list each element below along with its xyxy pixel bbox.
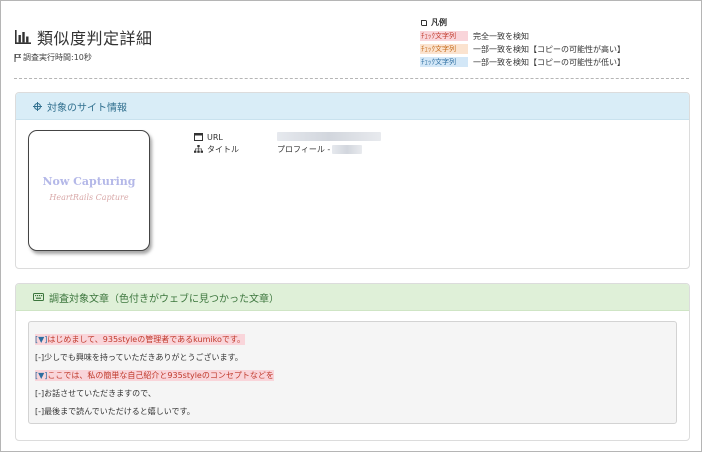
article-line: [-] お話させていただきますので、 xyxy=(35,384,670,402)
url-label-text: URL xyxy=(207,132,223,142)
site-info-table: URL タイトル プロフィール - xyxy=(194,131,381,155)
article-panel: 調査対象文章（色付きがウェブに見つかった文章） [▼]はじめまして、935sty… xyxy=(15,283,690,441)
page-title: 類似度判定詳細 xyxy=(37,29,153,48)
site-info-heading: 対象のサイト情報 xyxy=(16,93,689,120)
title-row: タイトル プロフィール - xyxy=(194,143,381,155)
legend-title-text: 凡例 xyxy=(431,18,447,27)
matched-line: [▼]ここでは、私の簡単な自己紹介と935styleのコンセプトなどを xyxy=(35,369,274,381)
book-icon xyxy=(421,19,427,26)
site-info-heading-text: 対象のサイト情報 xyxy=(47,102,127,114)
line-text: 少しでも興味を持っていただきありがとうございます。 xyxy=(44,352,243,362)
url-value[interactable] xyxy=(277,131,381,143)
legend-desc: 一部一致を検知【コピーの可能性が低い】 xyxy=(473,57,625,67)
legend-title: 凡例 xyxy=(420,17,625,28)
url-label: URL xyxy=(194,133,277,142)
thumbnail-main-text: Now Capturing xyxy=(42,175,136,188)
window-icon xyxy=(194,133,203,141)
execution-time-text: 調査実行時間:10秒 xyxy=(23,53,92,62)
flag-icon xyxy=(14,53,21,62)
legend-sample: ﾁｪｯｸ文字列 xyxy=(420,31,468,41)
legend-desc: 完全一致を検知 xyxy=(473,31,529,41)
line-text: ここでは、私の簡単な自己紹介と935styleのコンセプトなどを xyxy=(47,370,274,380)
legend-item-low: ﾁｪｯｸ文字列 一部一致を検知【コピーの可能性が低い】 xyxy=(420,56,625,68)
article-line: [▼]はじめまして、935styleの管理者であるkumikoです。 xyxy=(35,330,670,348)
title-label-text: タイトル xyxy=(207,144,239,154)
bar-chart-icon xyxy=(15,30,31,44)
redacted-title xyxy=(332,144,363,154)
line-marker: [-] xyxy=(35,352,45,362)
article-text-box: [▼]はじめまして、935styleの管理者であるkumikoです。 [-] 少し… xyxy=(28,321,677,424)
legend-sample: ﾁｪｯｸ文字列 xyxy=(420,44,468,54)
report-window: 類似度判定詳細 調査実行時間:10秒 凡例 ﾁｪｯｸ文字列 完全一致を検知 ﾁｪ… xyxy=(0,0,702,452)
expand-toggle[interactable]: [▼] xyxy=(35,335,47,344)
legend: 凡例 ﾁｪｯｸ文字列 完全一致を検知 ﾁｪｯｸ文字列 一部一致を検知【コピーの可… xyxy=(420,17,625,68)
divider xyxy=(14,78,689,79)
matched-line: [▼]はじめまして、935styleの管理者であるkumikoです。 xyxy=(35,333,246,345)
site-info-panel: 対象のサイト情報 Now Capturing HeartRails Captur… xyxy=(15,92,690,269)
site-thumbnail: Now Capturing HeartRails Capture xyxy=(28,130,150,251)
title-label: タイトル xyxy=(194,144,277,155)
title-value-text: プロフィール - xyxy=(277,144,331,154)
legend-desc: 一部一致を検知【コピーの可能性が高い】 xyxy=(473,44,625,54)
legend-sample: ﾁｪｯｸ文字列 xyxy=(420,57,468,67)
article-heading-text: 調査対象文章（色付きがウェブに見つかった文章） xyxy=(49,293,279,305)
thumbnail-sub-text: HeartRails Capture xyxy=(49,193,129,202)
line-text: お話させていただきますので、 xyxy=(44,388,156,398)
line-marker: [-] xyxy=(35,388,45,398)
article-line: [-] 最後まで読んでいただけると嬉しいです。 xyxy=(35,402,670,420)
line-text: 最後まで読んでいただけると嬉しいです。 xyxy=(44,406,195,416)
keyboard-icon xyxy=(33,293,44,301)
legend-item-high: ﾁｪｯｸ文字列 一部一致を検知【コピーの可能性が高い】 xyxy=(420,43,625,55)
line-text: はじめまして、935styleの管理者であるkumikoです。 xyxy=(47,334,246,344)
execution-time: 調査実行時間:10秒 xyxy=(14,52,92,63)
page-header: 類似度判定詳細 xyxy=(14,25,153,49)
article-line: [-] 少しでも興味を持っていただきありがとうございます。 xyxy=(35,348,670,366)
line-marker: [-] xyxy=(35,406,45,416)
article-line: [▼]ここでは、私の簡単な自己紹介と935styleのコンセプトなどを xyxy=(35,366,670,384)
legend-item-exact: ﾁｪｯｸ文字列 完全一致を検知 xyxy=(420,30,625,42)
article-heading: 調査対象文章（色付きがウェブに見つかった文章） xyxy=(16,284,689,311)
redacted-url xyxy=(277,131,381,141)
crosshair-icon xyxy=(33,101,42,111)
sitemap-icon xyxy=(194,145,203,153)
url-row: URL xyxy=(194,131,381,143)
expand-toggle[interactable]: [▼] xyxy=(35,371,47,380)
title-value: プロフィール - xyxy=(277,144,363,155)
